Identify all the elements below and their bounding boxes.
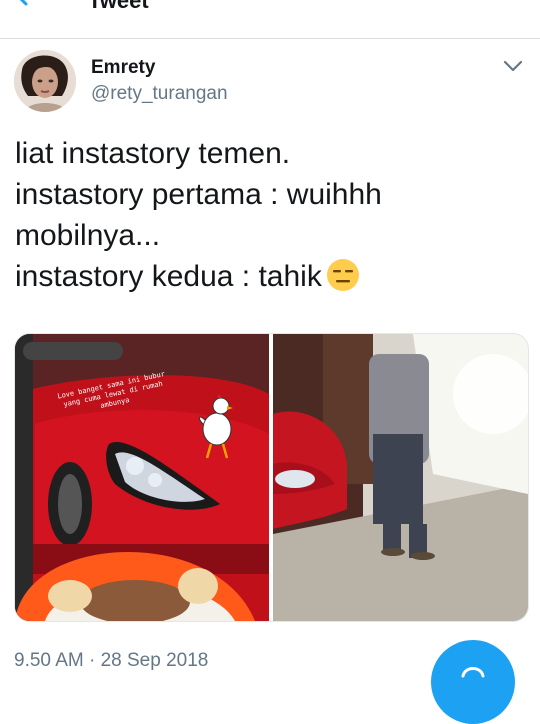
compose-icon bbox=[461, 667, 485, 678]
media-grid[interactable]: Love banget sama ini bubur yang cuma lew… bbox=[14, 333, 529, 622]
expressionless-face-icon bbox=[326, 259, 359, 291]
story-photo-garage[interactable] bbox=[273, 334, 528, 621]
tweet-line: liat instastory temen. bbox=[15, 137, 291, 170]
compose-button[interactable] bbox=[431, 640, 515, 724]
tweet-text: liat instastory temen. instastory pertam… bbox=[15, 133, 525, 297]
page-title: Tweet bbox=[88, 0, 149, 13]
author-handle[interactable]: @rety_turangan bbox=[91, 83, 228, 105]
top-bar: Tweet bbox=[0, 0, 540, 39]
tweet-line: instastory pertama : wuihhh bbox=[15, 178, 382, 211]
back-arrow-icon[interactable] bbox=[14, 0, 44, 6]
story-photo-red-car[interactable]: Love banget sama ini bubur yang cuma lew… bbox=[15, 334, 269, 621]
tweet-line: mobilnya... bbox=[15, 219, 161, 252]
tweet-line-with-emoji: instastory kedua : tahik bbox=[15, 256, 525, 297]
author-display-name[interactable]: Emrety bbox=[91, 57, 155, 79]
avatar[interactable] bbox=[14, 50, 76, 112]
tweet-line: instastory kedua : tahik bbox=[15, 260, 322, 293]
chevron-down-icon[interactable] bbox=[502, 58, 524, 74]
tweet-timestamp: 9.50 AM · 28 Sep 2018 bbox=[14, 650, 209, 671]
